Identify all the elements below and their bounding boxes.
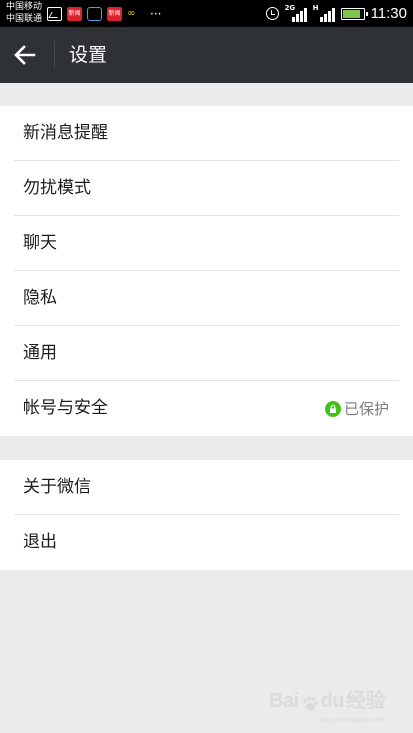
news-icon-2: 新闻	[107, 6, 122, 21]
settings-item-do-not-disturb[interactable]: 勿扰模式	[0, 161, 413, 216]
baidu-jingyan-watermark: Bai du 经验 jingyan.baidu.com	[268, 684, 386, 724]
watermark-brand-tail: du	[320, 690, 345, 712]
watermark-brand: Bai	[268, 690, 299, 712]
header-divider	[54, 41, 55, 69]
settings-item-general[interactable]: 通用	[0, 326, 413, 381]
settings-item-chat[interactable]: 聊天	[0, 216, 413, 271]
carrier-2: 中国联通	[6, 14, 43, 24]
glasses-icon: ∞	[127, 7, 136, 19]
settings-item-account-security[interactable]: 帐号与安全 已保护	[0, 381, 413, 436]
page-title: 设置	[69, 44, 108, 66]
settings-group-main: 新消息提醒 勿扰模式 聊天 隐私 通用 帐号与安全 已保护	[0, 106, 413, 436]
settings-item-new-message-alerts[interactable]: 新消息提醒	[0, 106, 413, 161]
app-header: 设置	[0, 27, 413, 83]
network-type-2: H	[312, 3, 319, 12]
settings-item-label: 退出	[23, 532, 57, 552]
gallery-icon	[47, 6, 62, 21]
status-indicators: 2G H 11:30	[265, 0, 407, 27]
settings-group-secondary: 关于微信 退出	[0, 460, 413, 570]
watermark-product: 经验	[346, 690, 386, 712]
watermark-url: jingyan.baidu.com	[320, 716, 385, 724]
settings-item-label: 勿扰模式	[23, 178, 91, 198]
protection-status: 已保护	[324, 381, 389, 436]
settings-item-label: 新消息提醒	[23, 123, 108, 143]
status-badge: 已保护	[343, 400, 389, 418]
settings-item-label: 聊天	[23, 233, 57, 253]
arrow-left-icon	[14, 45, 36, 65]
settings-item-label: 帐号与安全	[23, 398, 108, 418]
carrier-1: 中国移动	[6, 2, 43, 12]
signal-icon-1: 2G	[285, 4, 307, 22]
settings-item-label: 隐私	[23, 288, 57, 308]
carrier-info: 中国移动 中国联通	[6, 1, 42, 25]
settings-item-label: 关于微信	[23, 477, 91, 497]
paw-icon	[302, 696, 318, 711]
alarm-icon	[265, 7, 279, 20]
settings-item-label: 通用	[23, 343, 57, 363]
signal-icon-2: H	[312, 3, 335, 22]
clock: 11:30	[370, 5, 407, 22]
news-icon: 新闻	[67, 6, 82, 21]
back-button[interactable]	[10, 40, 40, 70]
more-notifications-icon: ···	[150, 6, 162, 21]
bag-icon	[87, 6, 102, 21]
lock-icon	[324, 400, 341, 417]
battery-icon	[340, 7, 368, 20]
notification-icons: 新闻 新闻 ∞ ···	[47, 6, 164, 21]
settings-item-privacy[interactable]: 隐私	[0, 271, 413, 326]
settings-item-logout[interactable]: 退出	[0, 515, 413, 570]
status-bar: 中国移动 中国联通 新闻 新闻 ∞ ··· 2G H 11:30	[0, 0, 413, 27]
settings-item-about-wechat[interactable]: 关于微信	[0, 460, 413, 515]
